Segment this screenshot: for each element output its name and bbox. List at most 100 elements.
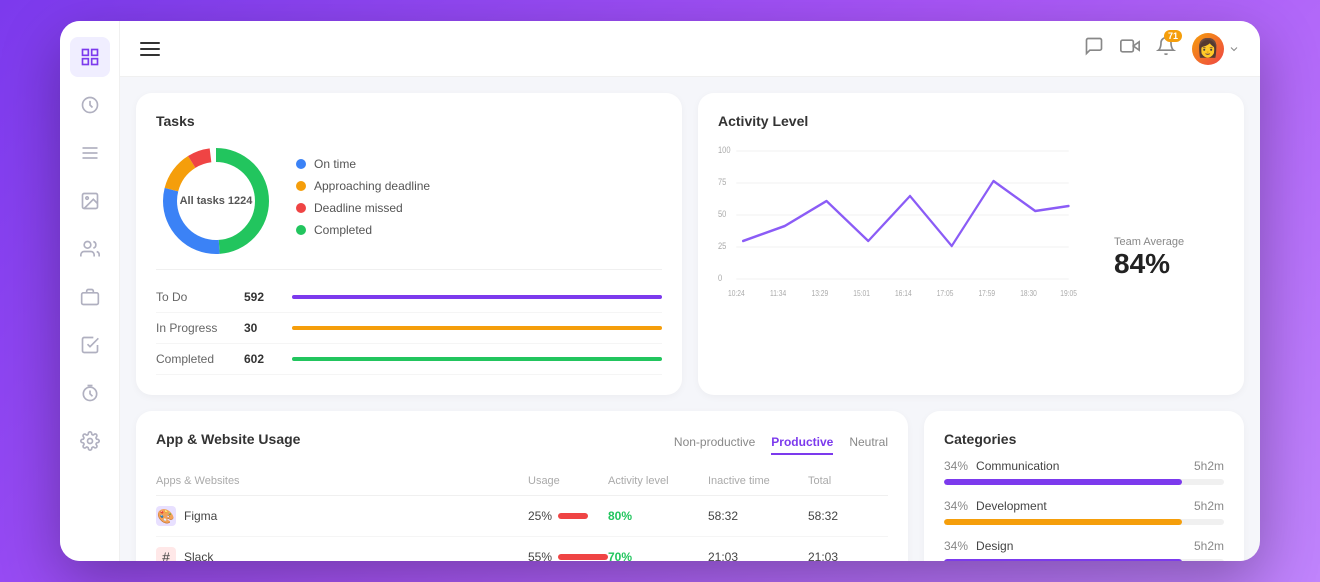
team-average: Team Average 84% — [1114, 141, 1224, 375]
avatar: 👩 — [1192, 33, 1224, 65]
col-inactive: Inactive time — [708, 475, 808, 487]
legend: On time Approaching deadline Deadline mi… — [296, 157, 662, 245]
chat-icon[interactable] — [1084, 36, 1104, 61]
notification-count: 71 — [1164, 30, 1182, 42]
cat-development-header: 34% Development 5h2m — [944, 499, 1224, 513]
figma-inactive: 58:32 — [708, 509, 808, 523]
sidebar — [60, 21, 120, 561]
svg-text:25: 25 — [718, 241, 727, 251]
table-header: Apps & Websites Usage Activity level Ina… — [156, 471, 888, 496]
tasks-body: All tasks 1224 On time Approaching deadl… — [156, 141, 662, 261]
avatar-wrapper[interactable]: 👩 — [1192, 33, 1240, 65]
stat-todo-value: 592 — [244, 290, 284, 304]
svg-text:100: 100 — [718, 145, 731, 155]
stat-completed-value: 602 — [244, 352, 284, 366]
legend-completed: Completed — [296, 223, 662, 237]
slack-total: 21:03 — [808, 550, 888, 561]
tasks-card: Tasks — [136, 93, 682, 395]
cat-design-bar — [944, 559, 1182, 561]
cat-design-name: Design — [976, 539, 1194, 553]
slack-icon: # — [156, 547, 176, 561]
stat-todo: To Do 592 — [156, 282, 662, 313]
table-row: # Slack 55% 70% 21:03 21:03 — [156, 537, 888, 561]
slack-pct: 55% — [528, 550, 552, 561]
sidebar-item-image[interactable] — [70, 181, 110, 221]
on-time-dot — [296, 159, 306, 169]
activity-body: 100 75 50 25 0 — [718, 141, 1224, 375]
legend-deadline-missed: Deadline missed — [296, 201, 662, 215]
legend-approaching: Approaching deadline — [296, 179, 662, 193]
usage-title: App & Website Usage — [156, 431, 300, 447]
cat-design-header: 34% Design 5h2m — [944, 539, 1224, 553]
slack-bar — [558, 554, 608, 560]
figma-usage: 25% — [528, 509, 608, 523]
notification-wrapper[interactable]: 71 — [1156, 36, 1176, 61]
tab-neutral[interactable]: Neutral — [849, 435, 888, 455]
usage-header: App & Website Usage Non-productive Produ… — [156, 431, 888, 459]
cat-design: 34% Design 5h2m — [944, 539, 1224, 561]
cat-design-pct: 34% — [944, 539, 968, 553]
categories-card: Categories 34% Communication 5h2m — [924, 411, 1244, 561]
deadline-missed-label: Deadline missed — [314, 201, 403, 215]
activity-chart: 100 75 50 25 0 — [718, 141, 1102, 301]
svg-text:13:29: 13:29 — [811, 288, 828, 298]
svg-text:16:14: 16:14 — [895, 288, 912, 298]
cat-comm-bar — [944, 479, 1182, 485]
on-time-label: On time — [314, 157, 356, 171]
bottom-row: App & Website Usage Non-productive Produ… — [136, 411, 1244, 561]
cat-comm-name: Communication — [976, 459, 1194, 473]
sidebar-item-dashboard[interactable] — [70, 37, 110, 77]
cat-comm-track — [944, 479, 1224, 485]
usage-tabs: Non-productive Productive Neutral — [674, 435, 888, 455]
cat-comm-pct: 34% — [944, 459, 968, 473]
cat-communication-header: 34% Communication 5h2m — [944, 459, 1224, 473]
stat-inprogress-bar — [292, 326, 662, 330]
stat-completed-label: Completed — [156, 352, 236, 366]
svg-text:10:24: 10:24 — [728, 288, 745, 298]
video-icon[interactable] — [1120, 36, 1140, 61]
donut-label: All tasks 1224 — [180, 195, 253, 207]
svg-text:15:01: 15:01 — [853, 288, 870, 298]
sidebar-item-users[interactable] — [70, 229, 110, 269]
chart-area: 100 75 50 25 0 — [718, 141, 1102, 375]
cat-design-time: 5h2m — [1194, 539, 1224, 553]
tab-productive[interactable]: Productive — [771, 435, 833, 455]
svg-text:0: 0 — [718, 273, 723, 283]
deadline-missed-dot — [296, 203, 306, 213]
chevron-down-icon — [1228, 43, 1240, 55]
slack-name: Slack — [184, 550, 213, 561]
stat-todo-bar — [292, 295, 662, 299]
menu-button[interactable] — [140, 42, 160, 56]
svg-text:18:30: 18:30 — [1020, 288, 1037, 298]
figma-pct: 25% — [528, 509, 552, 523]
approaching-label: Approaching deadline — [314, 179, 430, 193]
sidebar-item-check[interactable] — [70, 325, 110, 365]
categories-title: Categories — [944, 431, 1224, 447]
stat-completed: Completed 602 — [156, 344, 662, 375]
stat-inprogress: In Progress 30 — [156, 313, 662, 344]
tab-non-productive[interactable]: Non-productive — [674, 435, 755, 455]
app-slack: # Slack — [156, 547, 528, 561]
col-usage: Usage — [528, 475, 608, 487]
stat-todo-label: To Do — [156, 290, 236, 304]
cat-development: 34% Development 5h2m — [944, 499, 1224, 525]
svg-text:11:34: 11:34 — [770, 288, 786, 298]
cat-dev-name: Development — [976, 499, 1194, 513]
main-area: 71 👩 Tasks — [120, 21, 1260, 561]
approaching-dot — [296, 181, 306, 191]
sidebar-item-list[interactable] — [70, 133, 110, 173]
sidebar-item-briefcase[interactable] — [70, 277, 110, 317]
sidebar-item-clock[interactable] — [70, 85, 110, 125]
sidebar-item-timer[interactable] — [70, 373, 110, 413]
figma-name: Figma — [184, 509, 217, 523]
cat-comm-time: 5h2m — [1194, 459, 1224, 473]
header-actions: 71 👩 — [1084, 33, 1240, 65]
tasks-stats: To Do 592 In Progress 30 Completed 602 — [156, 269, 662, 375]
legend-on-time: On time — [296, 157, 662, 171]
svg-text:17:59: 17:59 — [978, 288, 995, 298]
sidebar-item-settings[interactable] — [70, 421, 110, 461]
stat-inprogress-label: In Progress — [156, 321, 236, 335]
table-row: 🎨 Figma 25% 80% 58:32 58:32 — [156, 496, 888, 537]
activity-card: Activity Level 100 75 50 25 0 — [698, 93, 1244, 395]
col-total: Total — [808, 475, 888, 487]
